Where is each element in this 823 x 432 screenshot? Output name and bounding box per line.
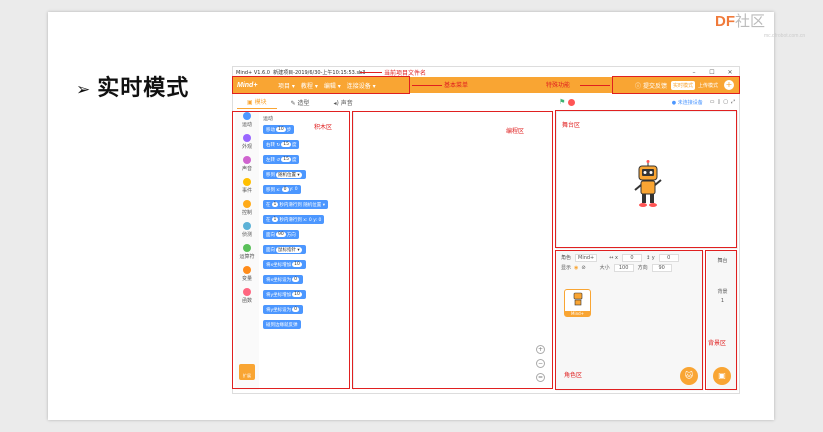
slide-heading: ➢ 实时模式 <box>76 70 189 102</box>
special-function-highlight <box>612 76 740 94</box>
normal-stage-button[interactable]: ▯ <box>717 99 720 105</box>
small-stage-button[interactable]: ▭ <box>710 99 715 105</box>
dfrobot-logo: DF社区 <box>715 13 766 30</box>
stage-area-highlight <box>555 110 737 248</box>
special-arrow <box>580 85 610 86</box>
annotation-basic-menu: 基本菜单 <box>444 82 469 89</box>
close-button[interactable]: ✕ <box>721 69 739 76</box>
arrow-bullet-icon: ➢ <box>76 80 92 100</box>
heading-title: 实时模式 <box>97 76 190 101</box>
stop-icon[interactable] <box>568 98 576 106</box>
logo-url: mc.dfrobot.com.cn <box>764 33 806 39</box>
basic-menu-highlight <box>232 76 410 94</box>
green-flag-icon[interactable]: ⚑ <box>559 98 565 106</box>
annotation-code-area: 编程区 <box>506 128 525 135</box>
tab-sounds[interactable]: ◂) 声音 <box>324 96 363 109</box>
stage-toolbar: ⚑ ● 未连接设备 ▭ ▯ ▢ ⤢ <box>556 95 738 109</box>
annotation-sprite-area: 角色区 <box>564 372 583 379</box>
device-status: ● 未连接设备 <box>671 99 703 106</box>
window-title: Mind+ V1.6.0 新建项目-2019/6/30-上午10:15:53.s… <box>236 69 366 76</box>
blocks-area-highlight <box>232 111 350 389</box>
code-area-highlight <box>352 111 553 389</box>
tab-blocks[interactable]: ▣ 模块 <box>237 95 277 109</box>
basic-menu-arrow <box>412 85 442 86</box>
annotation-special: 特殊功能 <box>546 82 571 89</box>
annotation-project-name: 当前项目文件名 <box>384 70 427 77</box>
large-stage-button[interactable]: ▢ <box>723 99 728 105</box>
project-name-arrow <box>360 72 382 73</box>
minimize-button[interactable]: – <box>685 69 703 76</box>
maximize-button[interactable]: ☐ <box>703 69 721 76</box>
project-file-name: 新建项目-2019/6/30-上午10:15:53.sb3 <box>273 69 366 76</box>
tab-costumes[interactable]: ✎ 造型 <box>281 96 320 109</box>
sprite-area-highlight <box>555 250 703 390</box>
annotation-blocks-area: 积木区 <box>314 124 333 131</box>
annotation-backdrop-area: 背景区 <box>708 340 727 347</box>
annotation-stage-area: 舞台区 <box>562 122 581 129</box>
fullscreen-button[interactable]: ⤢ <box>731 99 735 105</box>
editor-tabs: ▣ 模块 ✎ 造型 ◂) 声音 <box>233 95 554 109</box>
backdrop-area-highlight <box>705 250 737 390</box>
